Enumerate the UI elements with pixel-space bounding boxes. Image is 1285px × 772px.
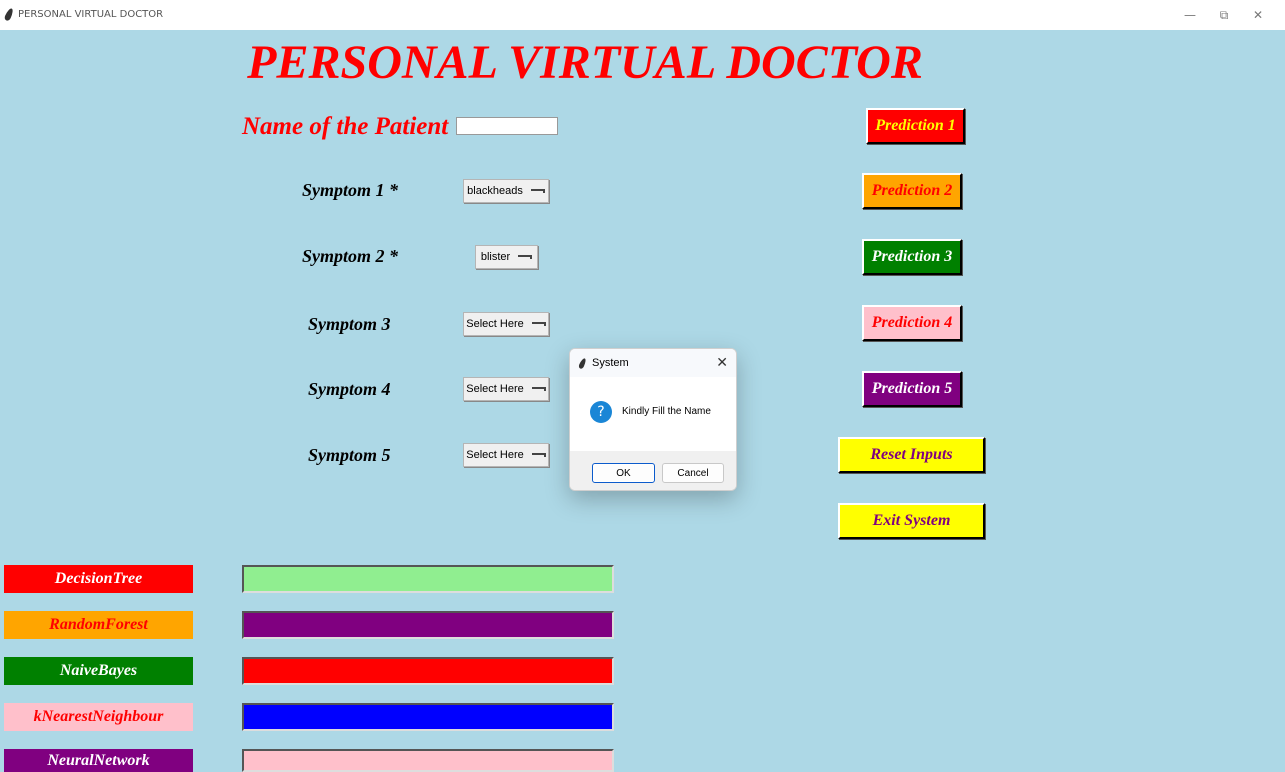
symptom-3-dropdown[interactable]: Select Here [463, 312, 549, 336]
symptom-1-dropdown[interactable]: blackheads [463, 179, 549, 203]
dialog-feather-icon [577, 357, 588, 370]
ok-button[interactable]: OK [592, 463, 655, 483]
dropdown-indicator-icon [518, 255, 533, 259]
patient-name-label: Name of the Patient * [242, 113, 467, 140]
app-feather-icon [3, 7, 15, 22]
close-window-button[interactable]: ✕ [1246, 6, 1270, 24]
knn-result-field[interactable] [242, 703, 614, 731]
window-titlebar: PERSONAL VIRTUAL DOCTOR — ⧉ ✕ [0, 0, 1285, 30]
symptom-3-value: Select Here [466, 318, 524, 330]
patient-name-input[interactable] [456, 117, 558, 135]
system-dialog: System ✕ ? Kindly Fill the Name OK Cance… [569, 348, 737, 491]
decision-tree-result-field[interactable] [242, 565, 614, 593]
symptom-5-value: Select Here [466, 449, 524, 461]
symptom-5-label: Symptom 5 [308, 445, 391, 465]
dialog-message: Kindly Fill the Name [622, 406, 711, 417]
symptom-1-label: Symptom 1 * [302, 180, 399, 200]
prediction-5-button[interactable]: Prediction 5 [862, 371, 962, 407]
dropdown-indicator-icon [531, 453, 546, 457]
symptom-4-value: Select Here [466, 383, 524, 395]
naive-bayes-label: NaiveBayes [4, 657, 193, 685]
symptom-2-label: Symptom 2 * [302, 246, 399, 266]
dropdown-indicator-icon [531, 387, 546, 391]
neural-network-result-field[interactable] [242, 749, 614, 772]
dialog-titlebar: System ✕ [570, 349, 736, 377]
prediction-3-button[interactable]: Prediction 3 [862, 239, 962, 275]
prediction-4-button[interactable]: Prediction 4 [862, 305, 962, 341]
prediction-1-button[interactable]: Prediction 1 [866, 108, 965, 144]
symptom-2-dropdown[interactable]: blister [475, 245, 538, 269]
symptom-2-value: blister [480, 251, 511, 263]
prediction-2-button[interactable]: Prediction 2 [862, 173, 962, 209]
dropdown-indicator-icon [531, 322, 546, 326]
symptom-5-dropdown[interactable]: Select Here [463, 443, 549, 467]
cancel-button[interactable]: Cancel [662, 463, 724, 483]
naive-bayes-result-field[interactable] [242, 657, 614, 685]
random-forest-label: RandomForest [4, 611, 193, 639]
dropdown-indicator-icon [530, 189, 545, 193]
question-icon: ? [590, 401, 612, 423]
knn-label: kNearestNeighbour [4, 703, 193, 731]
maximize-button[interactable]: ⧉ [1212, 6, 1236, 24]
page-title: PERSONAL VIRTUAL DOCTOR [247, 36, 923, 89]
exit-system-button[interactable]: Exit System [838, 503, 985, 539]
decision-tree-label: DecisionTree [4, 565, 193, 593]
dialog-close-icon[interactable]: ✕ [716, 354, 728, 371]
dialog-title: System [592, 357, 629, 369]
reset-inputs-button[interactable]: Reset Inputs [838, 437, 985, 473]
window-title: PERSONAL VIRTUAL DOCTOR [18, 9, 164, 20]
neural-network-label: NeuralNetwork [4, 749, 193, 772]
symptom-4-label: Symptom 4 [308, 379, 391, 399]
dialog-button-bar: OK Cancel [570, 451, 736, 490]
symptom-4-dropdown[interactable]: Select Here [463, 377, 549, 401]
symptom-1-value: blackheads [467, 185, 523, 197]
minimize-button[interactable]: — [1178, 6, 1202, 24]
random-forest-result-field[interactable] [242, 611, 614, 639]
symptom-3-label: Symptom 3 [308, 314, 391, 334]
